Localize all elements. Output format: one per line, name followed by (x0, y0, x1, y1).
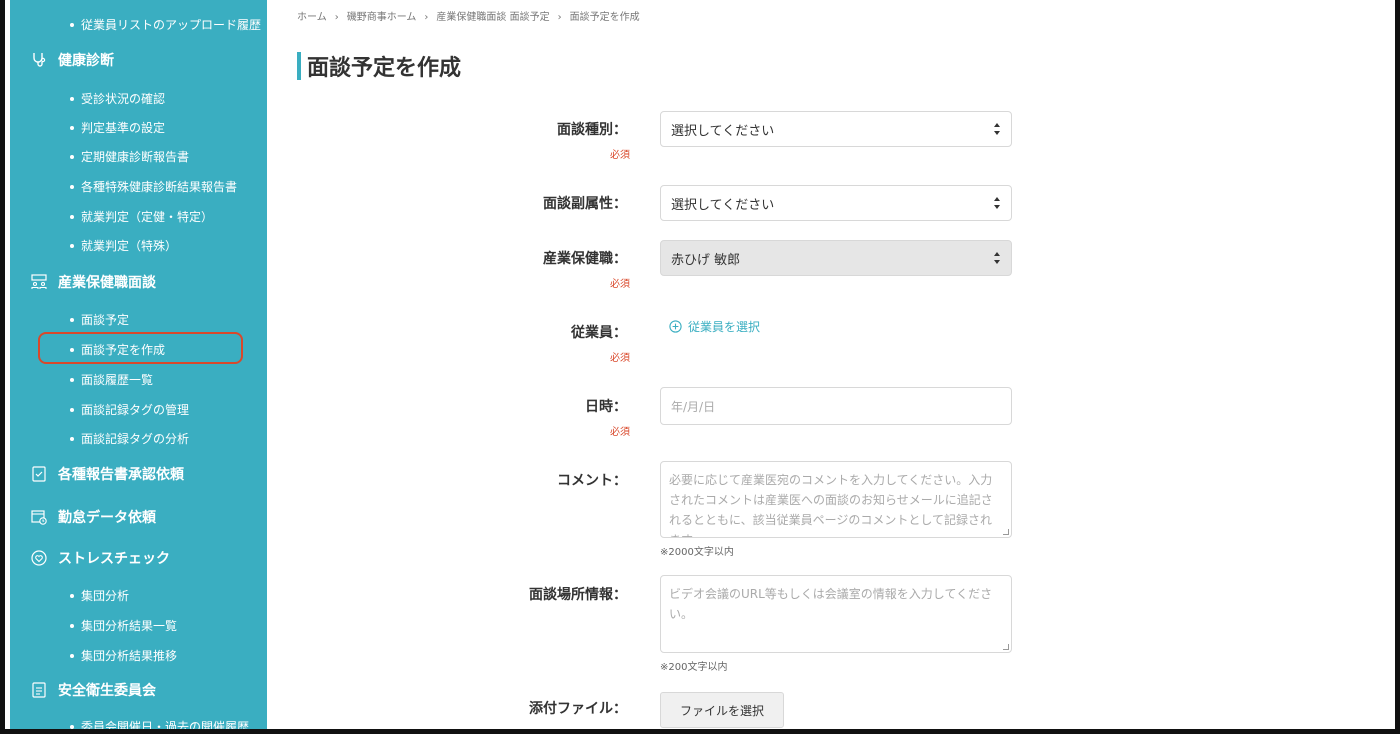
bullet-icon (70, 184, 74, 189)
breadcrumb-interview-schedule[interactable]: 産業保健職面談 面談予定 (436, 12, 549, 23)
required-badge: 必須 (610, 279, 630, 290)
document-icon (30, 681, 48, 699)
interview-type-select[interactable]: 選択してください (660, 111, 1012, 147)
required-badge: 必須 (610, 427, 630, 438)
highlight-annotation (38, 332, 243, 364)
bullet-icon (70, 593, 74, 598)
sidebar-item-exam-status[interactable]: 受診状況の確認 (70, 90, 165, 107)
comment-textarea[interactable]: 必要に応じて産業医宛のコメントを入力してください。入力されたコメントは産業医への… (660, 461, 1012, 538)
chevron-right-icon: › (334, 12, 339, 23)
place-textarea[interactable]: ビデオ会議のURL等もしくは会議室の情報を入力してください。 (660, 575, 1012, 653)
interview-type-label: 面談種別： (557, 122, 627, 138)
date-input[interactable]: 年/月/日 (660, 387, 1012, 425)
breadcrumb-company-home[interactable]: 磯野商事ホーム (347, 12, 417, 23)
sidebar-item-group-analysis-trend[interactable]: 集団分析結果推移 (70, 647, 177, 664)
calendar-clock-icon (30, 508, 48, 526)
datetime-label: 日時： (585, 399, 627, 415)
breadcrumb: ホーム › 磯野商事ホーム › 産業保健職面談 面談予定 › 面談予定を作成 (297, 8, 640, 23)
meeting-icon (30, 273, 48, 291)
interview-sub-label: 面談副属性： (543, 196, 627, 212)
choose-file-button[interactable]: ファイルを選択 (660, 692, 784, 728)
chevron-right-icon: › (557, 12, 562, 23)
resize-grip-icon[interactable] (1003, 644, 1009, 650)
sidebar-section-attendance[interactable]: 勤怠データ依頼 (30, 507, 156, 527)
sidebar-item-work-judgment-special[interactable]: 就業判定（特殊） (70, 237, 177, 254)
bullet-icon (70, 214, 74, 219)
sidebar-item-group-analysis-list[interactable]: 集団分析結果一覧 (70, 617, 177, 634)
title-accent-bar (297, 52, 301, 80)
chevron-right-icon: › (424, 12, 429, 23)
screenshot-frame: 従業員リストのアップロード履歴 健康診断 受診状況の確認 判定基準の設定 定期健… (0, 0, 1400, 734)
bullet-icon (70, 317, 74, 322)
comment-limit-note: ※2000文字以内 (660, 547, 734, 558)
heart-icon (30, 549, 48, 567)
bullet-icon (70, 377, 74, 382)
place-label: 面談場所情報： (529, 587, 627, 603)
sidebar-item-group-analysis[interactable]: 集団分析 (70, 587, 129, 604)
sidebar-item-upload-history[interactable]: 従業員リストのアップロード履歴 (70, 16, 261, 33)
place-limit-note: ※200文字以内 (660, 662, 728, 673)
sidebar-section-interview[interactable]: 産業保健職面談 (30, 272, 156, 292)
sidebar-section-stress-check[interactable]: ストレスチェック (30, 548, 170, 568)
sidebar-item-tag-analysis[interactable]: 面談記録タグの分析 (70, 430, 189, 447)
sidebar-item-committee-history[interactable]: 委員会開催日・過去の開催履歴 (70, 718, 249, 729)
sidebar-item-tag-management[interactable]: 面談記録タグの管理 (70, 401, 189, 418)
bullet-icon (70, 22, 74, 27)
sidebar: 従業員リストのアップロード履歴 健康診断 受診状況の確認 判定基準の設定 定期健… (10, 0, 267, 729)
resize-grip-icon[interactable] (1003, 529, 1009, 535)
bullet-icon (70, 243, 74, 248)
employee-label: 従業員： (571, 325, 627, 341)
breadcrumb-home[interactable]: ホーム (297, 12, 327, 23)
attachment-label: 添付ファイル： (529, 701, 627, 717)
main-content: ホーム › 磯野商事ホーム › 産業保健職面談 面談予定 › 面談予定を作成 面談予定を作成… (267, 0, 1395, 729)
sidebar-item-interview-history[interactable]: 面談履歴一覧 (70, 371, 153, 388)
page-title: 面談予定を作成 (307, 56, 462, 81)
bullet-icon (70, 407, 74, 412)
bullet-icon (70, 724, 74, 729)
plus-circle-icon (669, 320, 682, 333)
staff-select[interactable]: 赤ひげ 敏郎 (660, 240, 1012, 276)
bullet-icon (70, 154, 74, 159)
required-badge: 必須 (610, 150, 630, 161)
bullet-icon (70, 436, 74, 441)
sidebar-section-health-checkup[interactable]: 健康診断 (30, 50, 114, 70)
breadcrumb-current: 面談予定を作成 (569, 12, 640, 23)
sidebar-section-report-approval[interactable]: 各種報告書承認依頼 (30, 464, 184, 484)
document-check-icon (30, 465, 48, 483)
sidebar-item-interview-schedule[interactable]: 面談予定 (70, 311, 129, 328)
stethoscope-icon (30, 51, 48, 69)
sidebar-item-special-report[interactable]: 各種特殊健康診断結果報告書 (70, 178, 237, 195)
bullet-icon (70, 623, 74, 628)
sort-arrows-icon (994, 197, 1000, 209)
sort-arrows-icon (994, 123, 1000, 135)
bullet-icon (70, 96, 74, 101)
sort-arrows-icon (994, 252, 1000, 264)
sidebar-item-periodic-report[interactable]: 定期健康診断報告書 (70, 148, 189, 165)
interview-sub-select[interactable]: 選択してください (660, 185, 1012, 221)
sidebar-item-criteria-settings[interactable]: 判定基準の設定 (70, 119, 165, 136)
bullet-icon (70, 653, 74, 658)
staff-label: 産業保健職： (543, 251, 627, 267)
sidebar-section-safety-committee[interactable]: 安全衛生委員会 (30, 680, 156, 700)
comment-label: コメント： (557, 473, 627, 489)
select-employee-link[interactable]: 従業員を選択 (669, 318, 760, 335)
sidebar-item-work-judgment[interactable]: 就業判定（定健・特定） (70, 208, 213, 225)
required-badge: 必須 (610, 353, 630, 364)
bullet-icon (70, 125, 74, 130)
